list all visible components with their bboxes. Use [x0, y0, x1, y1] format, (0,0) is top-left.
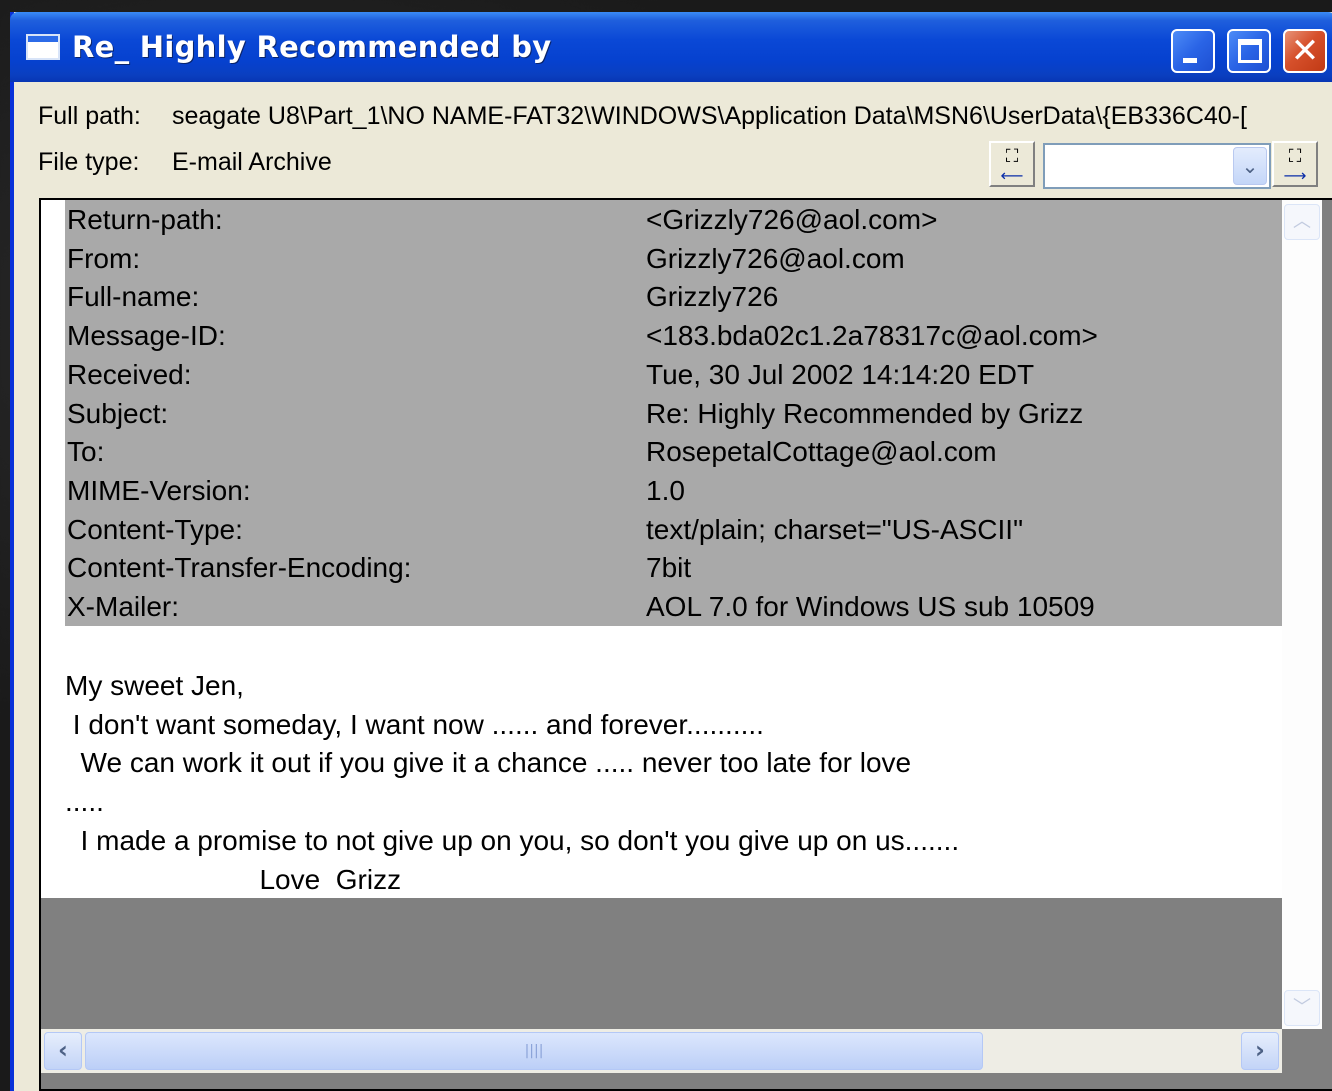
- header-block: Return-path: <Grizzly726@aol.com> From: Gri…: [65, 200, 1282, 626]
- chevron-down-icon[interactable]: ⌄: [1233, 147, 1267, 185]
- message-content: Return-path: <Grizzly726@aol.com> From: Gri…: [41, 200, 1282, 898]
- header-value: RosepetalCottage@aol.com: [646, 436, 997, 468]
- maximize-button[interactable]: [1227, 29, 1271, 73]
- header-key: To:: [67, 436, 105, 468]
- header-key: Content-Transfer-Encoding:: [67, 552, 412, 584]
- header-row: Content-Type: text/plain; charset="US-ASC…: [65, 510, 1282, 549]
- path-value: seagate U8\Part_1\NO NAME-FAT32\WINDOWS\…: [172, 102, 1247, 130]
- find-combobox[interactable]: ⌄: [1043, 143, 1271, 189]
- maximize-icon: [1238, 39, 1262, 63]
- header-value: Re: Highly Recommended by Grizz: [646, 397, 1084, 429]
- header-row: Subject: Re: Highly Recommended by Grizz: [65, 394, 1282, 433]
- header-row: X-Mailer: AOL 7.0 for Windows US sub 1050…: [65, 587, 1282, 626]
- header-row: Return-path: <Grizzly726@aol.com>: [65, 200, 1282, 239]
- body-line: I made a promise to not give up on you, …: [65, 824, 960, 856]
- header-value: text/plain; charset="US-ASCII": [646, 513, 1024, 545]
- header-row: Full-name: Grizzly726: [65, 277, 1282, 316]
- close-button[interactable]: ✕: [1283, 29, 1327, 73]
- email-viewer-window: Re_ Highly Recommended by ✕ Full path: s…: [10, 12, 1332, 1091]
- minimize-button[interactable]: [1171, 29, 1215, 73]
- find-previous-button[interactable]: ⛶ ⟵: [989, 141, 1035, 187]
- title-bar[interactable]: Re_ Highly Recommended by ✕: [10, 12, 1332, 82]
- header-key: Subject:: [67, 397, 169, 429]
- header-value: Tue, 30 Jul 2002 14:14:20 EDT: [646, 358, 1035, 390]
- header-row: Content-Transfer-Encoding: 7bit: [65, 548, 1282, 587]
- header-key: X-Mailer:: [67, 591, 180, 622]
- header-row: Received: Tue, 30 Jul 2002 14:14:20 EDT: [65, 355, 1282, 394]
- header-row: To: RosepetalCottage@aol.com: [65, 432, 1282, 471]
- close-icon: ✕: [1290, 31, 1320, 71]
- header-key: Full-name:: [67, 281, 200, 313]
- header-value: Grizzly726@aol.com: [646, 242, 905, 274]
- window-title: Re_ Highly Recommended by: [72, 30, 552, 64]
- header-value: 1.0: [646, 474, 685, 506]
- header-value: 7bit: [646, 552, 692, 584]
- header-value: <Grizzly726@aol.com>: [646, 204, 938, 235]
- header-key: Content-Type:: [67, 513, 243, 545]
- scroll-left-icon[interactable]: ‹: [44, 1032, 82, 1070]
- vertical-scrollbar[interactable]: ︿ ﹀: [1282, 200, 1322, 1029]
- body-line: .....: [65, 786, 104, 818]
- header-row: MIME-Version: 1.0: [65, 471, 1282, 510]
- header-row: From: Grizzly726@aol.com: [65, 239, 1282, 278]
- file-type-label: File type:: [38, 148, 140, 176]
- path-label: Full path:: [38, 102, 141, 130]
- arrow-left-icon: ⟵: [1000, 166, 1024, 185]
- body-line: Love Grizz: [65, 863, 402, 895]
- header-key: From:: [67, 242, 141, 274]
- message-viewer: Return-path: <Grizzly726@aol.com> From: Gri…: [39, 198, 1332, 1091]
- header-value: Grizzly726: [646, 281, 779, 313]
- body-line: My sweet Jen,: [65, 670, 244, 701]
- horizontal-scrollbar[interactable]: ‹ |||| ›: [41, 1029, 1282, 1073]
- header-key: MIME-Version:: [67, 474, 251, 506]
- body-line: We can work it out if you give it a chan…: [65, 747, 912, 779]
- scrollbar-corner: [1282, 1029, 1322, 1073]
- header-value: AOL 7.0 for Windows US sub 10509: [646, 591, 1095, 622]
- file-type-value: E-mail Archive: [172, 148, 332, 176]
- minimize-icon: [1183, 58, 1197, 63]
- scroll-down-icon[interactable]: ﹀: [1284, 990, 1320, 1026]
- arrow-right-icon: ⟶: [1283, 166, 1307, 185]
- scroll-up-icon[interactable]: ︿: [1284, 204, 1320, 240]
- header-value: <183.bda02c1.2a78317c@aol.com>: [646, 320, 1098, 352]
- header-key: Return-path:: [67, 204, 223, 235]
- window-icon: [26, 34, 60, 60]
- horizontal-scroll-thumb[interactable]: ||||: [85, 1032, 983, 1070]
- header-key: Received:: [67, 358, 192, 390]
- scroll-right-icon[interactable]: ›: [1241, 1032, 1279, 1070]
- header-key: Message-ID:: [67, 320, 226, 352]
- find-next-button[interactable]: ⛶ ⟶: [1272, 141, 1318, 187]
- header-row: Message-ID: <183.bda02c1.2a78317c@aol.com…: [65, 316, 1282, 355]
- body-line: I don't want someday, I want now ...... …: [65, 708, 764, 740]
